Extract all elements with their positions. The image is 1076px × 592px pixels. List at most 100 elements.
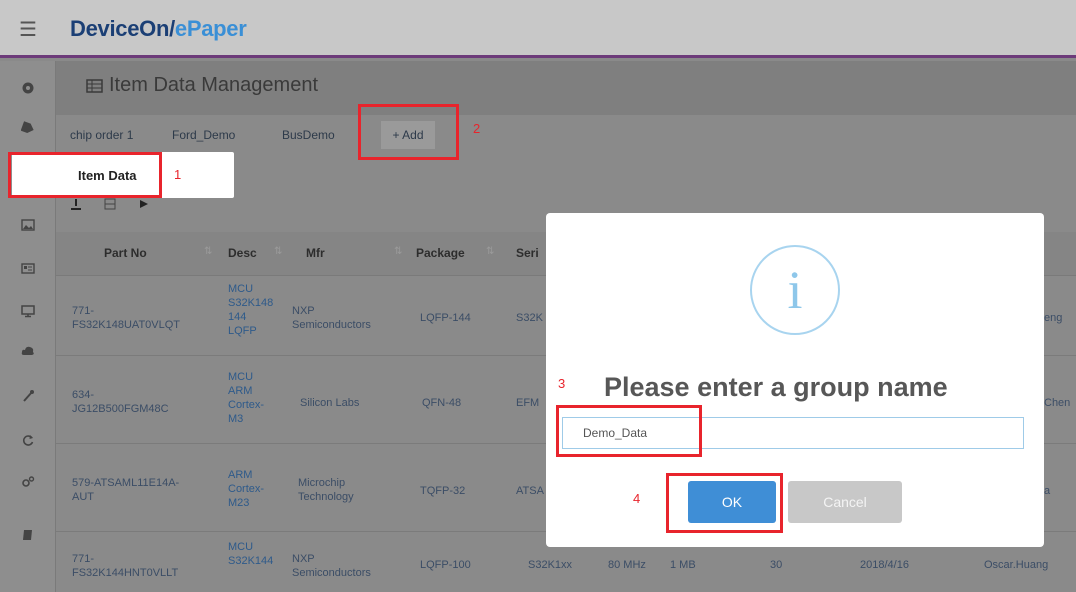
cell-desc: MCU S32K144: [228, 540, 273, 568]
column-header-package[interactable]: Package: [416, 246, 465, 260]
cell-line: M23: [228, 497, 250, 509]
id-card-icon[interactable]: [0, 248, 56, 288]
tab-chip-order-1[interactable]: chip order 1: [70, 128, 133, 142]
cell-line: S32K148: [228, 297, 274, 309]
cell-owner: a: [1044, 485, 1051, 497]
cell-mfr: NXP Semiconductors: [292, 304, 371, 332]
cell-series: S32K: [516, 312, 543, 324]
cell-owner: eng: [1044, 312, 1063, 324]
cell-line: 144: [228, 311, 247, 323]
cell-line: M3: [228, 413, 244, 425]
cell-series: S32K1xx: [528, 559, 573, 571]
settings-icon[interactable]: [0, 462, 56, 502]
sort-icon[interactable]: ⇅: [274, 246, 282, 257]
cell-line: 771-: [72, 305, 95, 317]
column-header-series[interactable]: Seri: [516, 246, 539, 260]
cell-line: Cortex-: [228, 483, 265, 495]
cell-speed: 80 MHz: [608, 559, 646, 571]
dialog-title: Please enter a group name: [604, 372, 948, 402]
cell-line: Semiconductors: [292, 319, 371, 331]
tab-bus-demo[interactable]: BusDemo: [282, 128, 335, 142]
brand-part-2: ePaper: [174, 16, 247, 41]
menu-icon[interactable]: ☰: [0, 0, 56, 58]
image-icon[interactable]: [0, 205, 56, 245]
cell-owner: Oscar.Huang: [984, 559, 1049, 571]
cell-line: JG12B500FGM48C: [72, 403, 169, 415]
highlight-box-item-data: [8, 152, 162, 198]
cell-line: ARM: [228, 385, 253, 397]
cell-line: 579-ATSAML11E14A-: [72, 477, 180, 489]
dashboard-icon[interactable]: [0, 68, 56, 108]
cell-line: AUT: [72, 491, 94, 503]
cell-owner: Chen: [1044, 397, 1071, 409]
cell-package: QFN-48: [422, 397, 462, 409]
cell-package: LQFP-100: [420, 559, 471, 571]
brand-part-1: DeviceOn/: [70, 16, 175, 41]
table-toolbar: [70, 198, 150, 213]
tag-icon[interactable]: [0, 108, 56, 148]
cell-part-no: 579-ATSAML11E14A- AUT: [72, 476, 179, 504]
cell-line: MCU: [228, 541, 254, 553]
column-header-desc[interactable]: Desc: [228, 246, 257, 260]
cell-mfr: Silicon Labs: [300, 396, 359, 410]
cell-line: Cortex-: [228, 399, 265, 411]
cell-line: Silicon Labs: [300, 397, 360, 409]
cell-line: NXP: [292, 305, 315, 317]
highlight-box-input: [556, 405, 702, 457]
sort-icon[interactable]: ⇅: [486, 246, 494, 257]
book-icon[interactable]: [0, 515, 56, 555]
sort-icon[interactable]: ⇅: [204, 246, 212, 257]
cell-desc: MCU S32K148 144 LQFP: [228, 282, 273, 338]
cell-package: LQFP-144: [420, 312, 471, 324]
cell-count: 30: [770, 559, 783, 571]
tab-ford-demo[interactable]: Ford_Demo: [172, 128, 235, 142]
cancel-button[interactable]: Cancel: [788, 481, 902, 523]
cell-mfr: NXP Semiconductors: [292, 552, 371, 580]
tools-icon[interactable]: [0, 376, 56, 416]
cell-line: 771-: [72, 553, 95, 565]
cell-part-no: 771- FS32K144HNT0VLLT: [72, 552, 178, 580]
cell-desc: ARM Cortex- M23: [228, 468, 264, 510]
cell-line: MCU: [228, 371, 254, 383]
cell-line: LQFP: [228, 325, 257, 337]
cell-mfr: Microchip Technology: [298, 476, 354, 504]
page-title-text: Item Data Management: [109, 74, 318, 96]
sort-icon[interactable]: ⇅: [394, 246, 402, 257]
grid-icon[interactable]: [104, 198, 116, 213]
upload-icon[interactable]: [70, 198, 82, 213]
cell-line: NXP: [292, 553, 315, 565]
cell-line: FS32K144HNT0VLLT: [72, 567, 179, 579]
cell-desc: MCU ARM Cortex- M3: [228, 370, 264, 426]
column-header-mfr[interactable]: Mfr: [306, 246, 325, 260]
cell-date: 2018/4/16: [860, 559, 909, 571]
cell-line: FS32K148UAT0VLQT: [72, 319, 181, 331]
cell-line: S32K144: [228, 555, 274, 567]
cell-line: Semiconductors: [292, 567, 371, 579]
brand-logo: DeviceOn/ePaper: [70, 16, 247, 42]
column-header-part-no[interactable]: Part No: [104, 246, 147, 260]
page-title: Item Data Management: [86, 74, 318, 97]
table-icon: [86, 78, 103, 93]
cell-memory: 1 MB: [670, 559, 696, 571]
cell-part-no: 771- FS32K148UAT0VLQT: [72, 304, 180, 332]
highlight-box-add: [358, 104, 459, 160]
cell-series: EFM: [516, 397, 540, 409]
cloud-upload-icon[interactable]: [0, 331, 56, 371]
step-3-label: 3: [558, 376, 566, 391]
step-4-label: 4: [633, 491, 641, 506]
refresh-icon[interactable]: [0, 420, 56, 460]
cell-line: MCU: [228, 283, 254, 295]
cell-series: ATSA: [516, 485, 544, 497]
step-2-label: 2: [473, 121, 481, 136]
cell-line: Microchip: [298, 477, 346, 489]
step-1-label: 1: [174, 167, 182, 182]
cell-part-no: 634- JG12B500FGM48C: [72, 388, 169, 416]
cell-line: ARM: [228, 469, 253, 481]
highlight-box-ok: [666, 473, 783, 533]
info-glyph-icon: i: [787, 260, 803, 320]
cell-package: TQFP-32: [420, 485, 466, 497]
export-icon[interactable]: [138, 198, 150, 213]
cell-line: 634-: [72, 389, 95, 401]
cell-line: Technology: [298, 491, 354, 503]
monitor-icon[interactable]: [0, 291, 56, 331]
